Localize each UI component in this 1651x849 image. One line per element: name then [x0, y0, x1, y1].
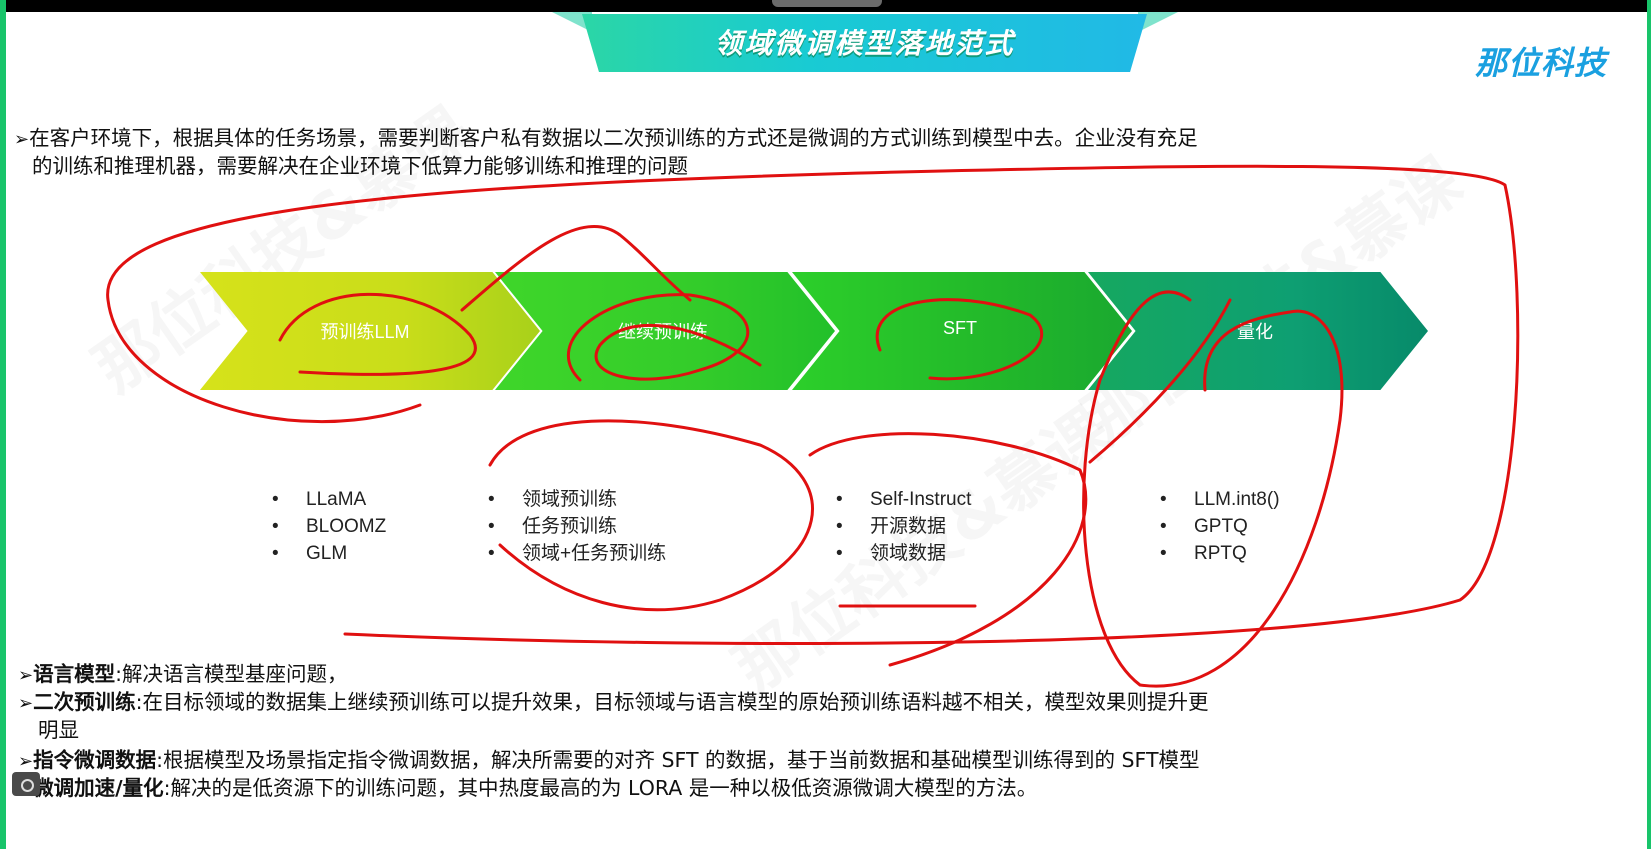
right-accent-bar — [1647, 0, 1651, 849]
camera-icon[interactable] — [12, 772, 40, 796]
list-item: BLOOMZ — [270, 513, 386, 540]
stage-label-quant: 量化 — [1237, 322, 1273, 342]
stage-list-pretrain: LLaMA BLOOMZ GLM — [270, 486, 386, 567]
list-item: RPTQ — [1158, 540, 1280, 567]
note-language-model: ➢语言模型:解决语言模型基座问题， — [18, 660, 348, 690]
stage-list-sft: Self-Instruct 开源数据 领域数据 — [834, 486, 971, 567]
left-accent-bar — [0, 0, 6, 849]
intro-text-2: 的训练和推理机器，需要解决在企业环境下低算力能够训练和推理的问题 — [32, 154, 688, 178]
list-item: 任务预训练 — [486, 513, 666, 540]
note-text: :解决语言模型基座问题， — [115, 662, 348, 686]
note-quantization: ➢微调加速/量化:解决的是低资源下的训练问题，其中热度最高的为 LORA 是一种… — [18, 774, 1037, 804]
list-item: Self-Instruct — [834, 486, 971, 513]
stage-label-sft: SFT — [943, 318, 977, 338]
arrow-bullet-icon: ➢ — [18, 693, 34, 714]
arrow-bullet-icon: ➢ — [14, 129, 30, 150]
company-logo: 那位科技 — [1475, 44, 1608, 82]
list-item: GPTQ — [1158, 513, 1280, 540]
arrow-bullet-icon: ➢ — [18, 751, 34, 772]
list-item: 领域数据 — [834, 540, 971, 567]
note-secondary-pretrain: ➢二次预训练:在目标领域的数据集上继续预训练可以提升效果，目标领域与语言模型的原… — [18, 688, 1209, 718]
note-term: 微调加速/量化 — [33, 776, 164, 800]
list-item: 领域预训练 — [486, 486, 666, 513]
note-text: :根据模型及场景指定指令微调数据，解决所需要的对齐 SFT 的数据，基于当前数据… — [156, 748, 1200, 772]
stage-label-pretrain: 预训练LLM — [320, 322, 410, 342]
note-instruct-data: ➢指令微调数据:根据模型及场景指定指令微调数据，解决所需要的对齐 SFT 的数据… — [18, 746, 1199, 776]
camera-notch — [772, 0, 882, 7]
list-item: GLM — [270, 540, 386, 567]
intro-line-1: ➢在客户环境下，根据具体的任务场景，需要判断客户私有数据以二次预训练的方式还是微… — [14, 124, 1198, 154]
note-term: 语言模型 — [33, 662, 116, 686]
stage-list-quant: LLM.int8() GPTQ RPTQ — [1158, 486, 1280, 567]
note-text: :解决的是低资源下的训练问题，其中热度最高的为 LORA 是一种以极低资源微调大… — [163, 776, 1038, 800]
arrow-bullet-icon: ➢ — [18, 665, 34, 686]
top-bar — [0, 0, 1651, 12]
intro-line-2: 的训练和推理机器，需要解决在企业环境下低算力能够训练和推理的问题 — [32, 152, 688, 180]
note-term: 二次预训练 — [33, 690, 136, 714]
stage-label-continue: 继续预训练 — [618, 322, 708, 342]
intro-text-1: 在客户环境下，根据具体的任务场景，需要判断客户私有数据以二次预训练的方式还是微调… — [29, 126, 1198, 150]
list-item: LLM.int8() — [1158, 486, 1280, 513]
note-term: 指令微调数据 — [33, 748, 157, 772]
note-secondary-pretrain-cont: 明显 — [38, 716, 79, 744]
list-item: 开源数据 — [834, 513, 971, 540]
slide-title: 领域微调模型落地范式 — [714, 27, 1015, 60]
list-item: LLaMA — [270, 486, 386, 513]
list-item: 领域+任务预训练 — [486, 540, 666, 567]
note-text: :在目标领域的数据集上继续预训练可以提升效果，目标领域与语言模型的原始预训练语料… — [135, 690, 1209, 714]
stage-list-continue: 领域预训练 任务预训练 领域+任务预训练 — [486, 486, 666, 567]
note-text-cont: 明显 — [38, 718, 79, 742]
